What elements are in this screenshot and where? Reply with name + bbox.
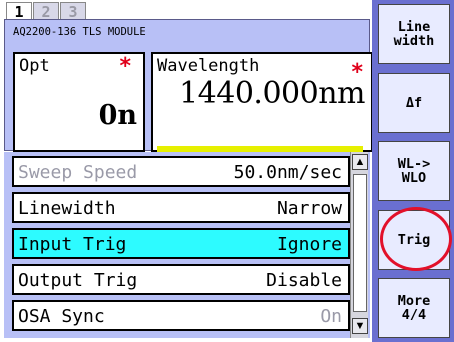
scrollbar[interactable]: ▲ ▼ bbox=[350, 152, 368, 338]
opt-display[interactable]: Opt * 0n bbox=[13, 52, 145, 152]
list-item-value: On bbox=[320, 306, 342, 327]
softkey-wl-to-wlo[interactable]: WL-> WLO bbox=[378, 141, 450, 201]
list-item-output-trig[interactable]: Output Trig Disable bbox=[12, 264, 350, 295]
softkey-label: Trig bbox=[397, 232, 431, 248]
page-tabs: 1 2 3 bbox=[6, 2, 87, 21]
list-item-sweep-speed[interactable]: Sweep Speed 50.0nm/sec bbox=[12, 156, 350, 187]
list-item-name: Linewidth bbox=[18, 198, 116, 219]
softkey-label: More 4/4 bbox=[397, 293, 431, 323]
list-item-name: Sweep Speed bbox=[18, 162, 138, 183]
opt-label: Opt bbox=[19, 56, 50, 76]
scroll-up-icon[interactable]: ▲ bbox=[352, 154, 368, 170]
softkey-label: Δf bbox=[405, 95, 423, 111]
softkey-delta-f[interactable]: Δf bbox=[378, 73, 450, 133]
list-item-input-trig[interactable]: Input Trig Ignore bbox=[12, 228, 350, 259]
list-item-name: OSA Sync bbox=[18, 306, 105, 327]
scroll-down-icon[interactable]: ▼ bbox=[352, 318, 368, 334]
softkey-line-width[interactable]: Line width bbox=[378, 4, 450, 64]
module-title: AQ2200-136 TLS MODULE bbox=[13, 26, 146, 38]
tls-module-screen: 1 2 3 AQ2200-136 TLS MODULE Opt * 0n Wav… bbox=[0, 0, 454, 342]
wavelength-display[interactable]: Wavelength * 1440.000nm bbox=[151, 52, 373, 152]
list-item-value: Narrow bbox=[276, 198, 342, 219]
tab-1[interactable]: 1 bbox=[6, 2, 32, 21]
list-item-value: Ignore bbox=[276, 234, 342, 255]
list-item-linewidth[interactable]: Linewidth Narrow bbox=[12, 192, 350, 223]
list-item-name: Input Trig bbox=[18, 234, 127, 255]
module-panel: AQ2200-136 TLS MODULE Opt * 0n Wavelengt… bbox=[4, 19, 373, 152]
wavelength-value: 1440.000nm bbox=[179, 76, 365, 111]
tab-3[interactable]: 3 bbox=[60, 2, 86, 21]
softkey-trig[interactable]: Trig bbox=[378, 210, 450, 270]
opt-star-icon: * bbox=[119, 54, 131, 79]
softkey-label: WL-> WLO bbox=[397, 156, 431, 186]
softkey-more[interactable]: More 4/4 bbox=[378, 278, 450, 338]
tab-2[interactable]: 2 bbox=[33, 2, 59, 21]
softkey-label: Line width bbox=[393, 19, 435, 49]
softkey-column: Line width Δf WL-> WLO Trig More 4/4 bbox=[372, 0, 454, 342]
list-item-name: Output Trig bbox=[18, 270, 138, 291]
opt-value: 0n bbox=[98, 100, 137, 131]
scroll-thumb[interactable] bbox=[353, 174, 367, 312]
wavelength-label: Wavelength bbox=[157, 56, 260, 76]
list-item-osa-sync[interactable]: OSA Sync On bbox=[12, 300, 350, 331]
list-item-value: 50.0nm/sec bbox=[233, 162, 342, 183]
settings-list: Sweep Speed 50.0nm/sec Linewidth Narrow … bbox=[4, 152, 370, 338]
list-item-value: Disable bbox=[266, 270, 342, 291]
